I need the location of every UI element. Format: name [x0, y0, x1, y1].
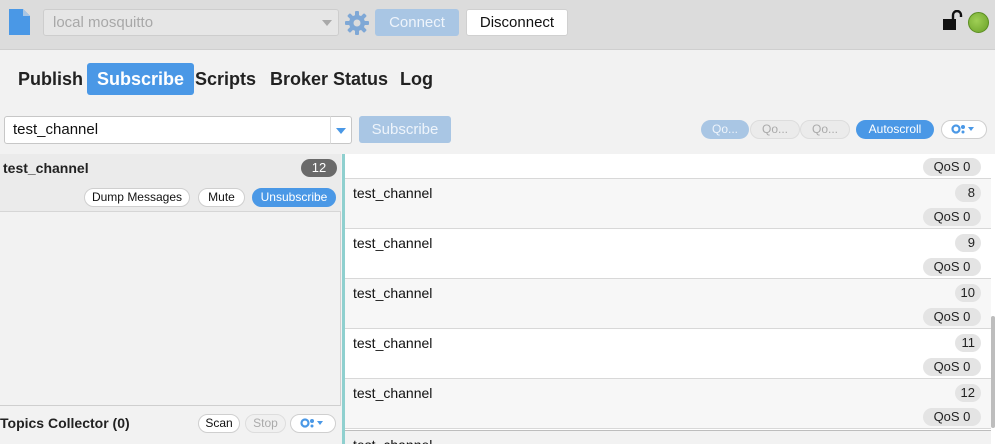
topics-collector-label: Topics Collector (0): [0, 415, 130, 431]
disconnect-button[interactable]: Disconnect: [466, 9, 568, 36]
message-number: 8: [955, 184, 981, 202]
dump-messages-button[interactable]: Dump Messages: [84, 188, 190, 207]
message-item[interactable]: test_channel 9 QoS 0: [345, 229, 991, 279]
qos-2-button[interactable]: Qo...: [800, 120, 850, 139]
subscriptions-panel: test_channel 12 Dump Messages Mute Unsub…: [0, 154, 341, 444]
topic-history-dropdown[interactable]: [330, 116, 352, 144]
message-qos-badge: QoS 0: [923, 158, 981, 176]
message-item[interactable]: test_channel 11 QoS 0: [345, 329, 991, 379]
connect-button[interactable]: Connect: [375, 9, 459, 36]
gear-dropdown-icon: [300, 418, 323, 428]
main-tabs: Publish Subscribe Scripts Broker Status …: [0, 51, 995, 107]
autoscroll-toggle[interactable]: Autoscroll: [856, 120, 934, 139]
message-topic: test_channel: [353, 235, 433, 251]
message-item[interactable]: test_channel 8 QoS 0: [345, 179, 991, 229]
tab-publish[interactable]: Publish: [8, 63, 93, 95]
message-topic: test_channel: [353, 437, 432, 444]
file-icon[interactable]: [8, 8, 31, 36]
message-number: 10: [954, 284, 981, 302]
connection-select-value: local mosquitto: [53, 14, 154, 31]
messages-panel: QoS 0 test_channel 8 QoS 0 test_channel …: [345, 154, 995, 444]
subscribe-topic-input[interactable]: test_channel: [4, 116, 331, 144]
message-item[interactable]: QoS 0: [345, 154, 991, 179]
message-topic: test_channel: [353, 385, 433, 401]
chevron-down-icon: [322, 20, 332, 26]
scan-button[interactable]: Scan: [198, 414, 240, 433]
lock-icon: [943, 10, 963, 30]
chevron-down-icon: [336, 128, 346, 134]
message-item[interactable]: test_channel 10 QoS 0: [345, 279, 991, 329]
message-number: 11: [955, 334, 981, 352]
qos-1-button[interactable]: Qo...: [750, 120, 800, 139]
mute-button[interactable]: Mute: [198, 188, 245, 207]
message-topic: test_channel: [353, 335, 433, 351]
subscription-topic: test_channel: [3, 160, 89, 176]
tab-scripts[interactable]: Scripts: [185, 63, 266, 95]
subscribe-settings-button[interactable]: [941, 120, 987, 139]
gear-dropdown-icon: [951, 124, 974, 134]
tab-broker-status[interactable]: Broker Status: [260, 63, 398, 95]
connection-select[interactable]: local mosquitto: [43, 9, 339, 36]
top-toolbar: local mosquitto Connect Disconnect: [0, 0, 995, 50]
message-count-badge: 12: [301, 159, 337, 177]
collector-settings-button[interactable]: [290, 414, 336, 433]
message-topic: test_channel: [353, 185, 433, 201]
topics-collector: Topics Collector (0) Scan Stop: [0, 405, 341, 444]
gear-icon[interactable]: [344, 10, 370, 36]
unsubscribe-button[interactable]: Unsubscribe: [252, 188, 336, 207]
tab-log[interactable]: Log: [390, 63, 443, 95]
connection-status-dot: [968, 12, 989, 33]
tab-subscribe[interactable]: Subscribe: [87, 63, 195, 95]
message-number: 9: [955, 234, 981, 252]
stop-button[interactable]: Stop: [245, 414, 286, 433]
message-qos-badge: QoS 0: [923, 358, 981, 376]
message-qos-badge: QoS 0: [923, 308, 981, 326]
qos-0-button[interactable]: Qo...: [701, 120, 749, 139]
message-number: 12: [954, 384, 981, 402]
message-qos-badge: QoS 0: [923, 208, 981, 226]
message-topic: test_channel: [353, 285, 433, 301]
message-item[interactable]: test_channel 12 QoS 0: [345, 379, 991, 429]
subscribe-button[interactable]: Subscribe: [359, 116, 451, 143]
message-item-partial[interactable]: test_channel: [345, 430, 991, 444]
messages-scrollbar[interactable]: [991, 316, 995, 428]
message-qos-badge: QoS 0: [923, 258, 981, 276]
message-qos-badge: QoS 0: [923, 408, 981, 426]
subscription-item[interactable]: test_channel 12 Dump Messages Mute Unsub…: [0, 154, 341, 212]
